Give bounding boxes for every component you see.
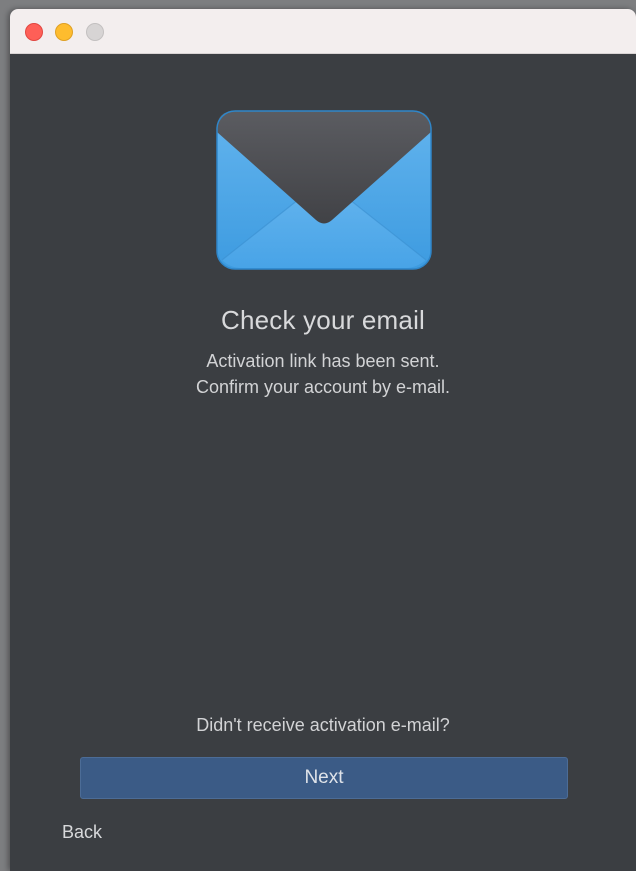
resend-activation-link[interactable]: Didn't receive activation e-mail? [10,715,636,736]
page-title: Check your email [220,305,426,335]
app-window: Check your email Activation link has bee… [10,9,636,871]
zoom-window-button[interactable] [86,23,104,41]
minimize-window-button[interactable] [55,23,73,41]
back-button[interactable]: Back [62,822,102,843]
message-line-1: Activation link has been sent. [206,351,440,371]
title-bar [10,9,636,54]
close-window-button[interactable] [25,23,43,41]
next-button[interactable]: Next [80,757,568,799]
message-line-2: Confirm your account by e-mail. [195,377,451,397]
envelope-icon [216,110,432,270]
